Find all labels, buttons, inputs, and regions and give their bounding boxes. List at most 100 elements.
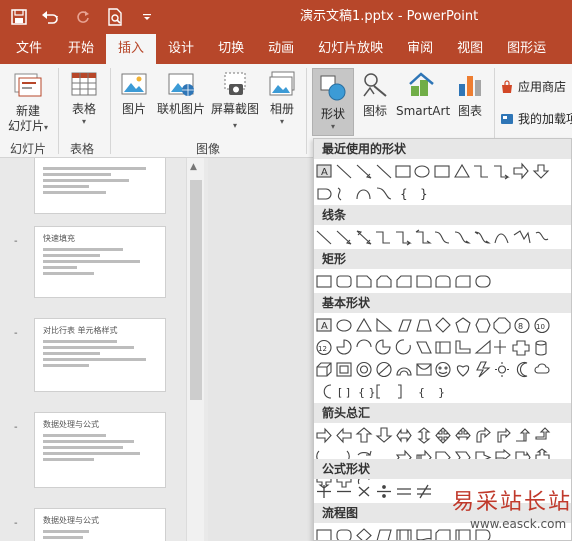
basic-shapes-icons[interactable]: 12 [314,337,572,359]
smartart-label: SmartArt [396,104,451,118]
recent-shapes-icons[interactable]: A [314,161,572,183]
title-bar: 演示文稿1.pptx - PowerPoint [0,0,572,34]
addins-icon [501,113,513,124]
tab-animations[interactable]: 动画 [256,34,306,64]
text-line [43,434,106,437]
store-button[interactable]: 应用商店 [500,78,566,95]
my-addins-button[interactable]: 我的加载项 [500,110,572,127]
text-line [43,346,135,349]
slide-thumbnail[interactable]: 数据处理与公式 [34,412,166,488]
screenshot-label: 屏幕截图 [210,102,259,116]
text-line [43,458,95,461]
section-header-rectangles: 矩形 [314,249,571,269]
chart-button[interactable]: 图表 [452,70,488,119]
basic-shapes-icons[interactable]: A 8 10 [314,315,572,337]
thumbnail-scrollbar[interactable]: ▲ [186,158,204,541]
scroll-up-icon[interactable]: ▲ [190,162,197,172]
section-header-equation: 公式形状 [314,459,571,479]
table-button[interactable]: 表格 ▾ [64,70,104,127]
smartart-button[interactable]: SmartArt [396,70,451,119]
screenshot-icon [224,72,246,95]
slide-number: - [14,518,18,529]
undo-icon[interactable] [38,4,64,30]
table-label: 表格 [71,102,96,116]
chart-label: 图表 [457,104,482,118]
text-line [43,179,129,182]
online-picture-label: 联机图片 [156,102,205,116]
tab-home[interactable]: 开始 [56,34,106,64]
arrow-shapes-icons[interactable] [314,425,572,447]
recent-shapes-icons[interactable]: { } [314,183,572,205]
slide-thumbnail[interactable]: 快速填充 [34,226,166,298]
tab-graphics[interactable]: 图形运 [495,34,558,64]
text-line [43,530,89,533]
picture-button[interactable]: 图片 [116,70,152,117]
quick-access-toolbar [0,0,160,34]
shapes-gallery: 最近使用的形状 A {} 线条 矩形 基本形状 A 8 10 12 [] {… [313,138,572,541]
icons-label: 图标 [362,104,387,118]
svg-text:[ ]: [ ] [338,386,350,399]
new-slide-button[interactable]: 新建 幻灯片▾ [4,70,52,134]
slide-title: 数据处理与公式 [43,516,99,525]
online-picture-button[interactable]: 联机图片 [154,70,208,117]
shapes-button[interactable]: 形状 ▾ [312,68,354,136]
table-icon [71,72,97,96]
svg-text:{ }: { } [358,386,376,399]
tab-design[interactable]: 设计 [156,34,206,64]
svg-text:}: } [438,386,445,399]
chevron-down-icon: ▾ [279,117,284,126]
text-line [43,167,146,170]
basic-shapes-icons[interactable]: [ ] { } { } [314,381,572,403]
chevron-down-icon: ▾ [44,123,49,132]
slide-thumbnail[interactable]: 数据处理与公式 [34,508,166,541]
basic-shapes-row: [ ] { } { } [314,381,572,403]
svg-text:{: { [418,386,425,399]
tab-insert[interactable]: 插入 [106,34,157,64]
text-line [43,452,140,455]
tab-slideshow[interactable]: 幻灯片放映 [306,34,395,64]
new-slide-icon [14,73,42,97]
recent-shapes-row: A [314,161,572,183]
section-header-recent: 最近使用的形状 [314,139,571,159]
text-line [43,260,140,263]
line-shapes-icons[interactable] [314,227,572,249]
smartart-icon [409,72,434,96]
icons-button[interactable]: 图标 [356,70,394,119]
photo-album-button[interactable]: 相册 ▾ [264,70,300,127]
redo-icon[interactable] [70,4,96,30]
picture-label: 图片 [121,102,146,116]
save-icon[interactable] [6,4,32,30]
scrollbar-thumb[interactable] [190,180,202,400]
slide-thumbnail[interactable] [34,158,166,214]
section-header-basic: 基本形状 [314,293,571,313]
lines-row [314,227,572,249]
tab-transitions[interactable]: 切换 [206,34,256,64]
tab-view[interactable]: 视图 [445,34,495,64]
svg-text:A: A [321,167,328,178]
picture-icon [121,73,147,95]
store-icon [502,79,512,93]
customize-qat-icon[interactable] [134,4,160,30]
text-line [43,352,100,355]
chevron-down-icon: ▾ [232,121,237,130]
watermark-url: www.easck.com [470,517,567,531]
screenshot-button[interactable]: 屏幕截图 ▾ [208,70,262,132]
text-line [43,440,135,443]
slide-number: - [14,328,18,339]
svg-text:12: 12 [318,345,327,353]
print-preview-icon[interactable] [102,4,128,30]
photo-album-label: 相册 [269,102,294,116]
slide-title: 对比行表 单元格样式 [43,326,118,335]
text-line [43,254,100,257]
shapes-label: 形状 [320,107,345,121]
text-line [43,185,89,188]
new-slide-sub-label: 幻灯片 [7,119,44,133]
rectangle-shapes-icons[interactable] [314,271,572,293]
basic-shapes-icons[interactable] [314,359,572,381]
tab-review[interactable]: 审阅 [395,34,445,64]
tab-file[interactable]: 文件 [0,34,56,64]
text-line [43,191,106,194]
slide-thumbnail[interactable]: 对比行表 单元格样式 [34,318,166,392]
group-separator [110,68,111,154]
online-picture-icon [168,73,194,96]
